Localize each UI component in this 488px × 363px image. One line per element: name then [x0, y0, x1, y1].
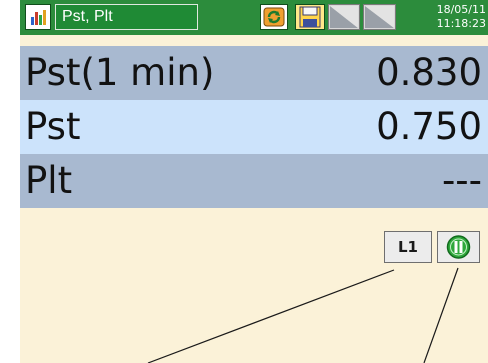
nav-next-icon[interactable]: [363, 4, 396, 30]
measurement-row-pst-1min: Pst(1 min) 0.830: [20, 46, 488, 100]
nav-prev-icon[interactable]: [328, 4, 360, 30]
l1-button[interactable]: L1: [384, 231, 432, 263]
sync-icon[interactable]: [260, 4, 288, 30]
chart-app-icon[interactable]: [25, 4, 51, 30]
pause-button[interactable]: [437, 231, 480, 263]
pause-icon: [446, 235, 471, 259]
row-value: 0.830: [376, 51, 482, 94]
row-label: Pst: [25, 105, 81, 148]
window-title: Pst, Plt: [55, 4, 198, 30]
row-value: 0.750: [376, 105, 482, 148]
row-value: ---: [441, 159, 482, 202]
measurement-row-pst: Pst 0.750: [20, 100, 488, 154]
instrument-screen: Pst, Plt 18/05/11 11:18:23 Pst(1 min) 0.…: [20, 0, 488, 363]
row-label: Pst(1 min): [25, 51, 215, 94]
save-icon[interactable]: [295, 4, 325, 30]
measurement-row-plt: Plt ---: [20, 154, 488, 208]
time-readout: 11:18:23: [436, 17, 486, 30]
row-label: Plt: [25, 159, 73, 202]
title-bar: Pst, Plt 18/05/11 11:18:23: [20, 0, 488, 35]
date-readout: 18/05/11: [436, 3, 486, 16]
